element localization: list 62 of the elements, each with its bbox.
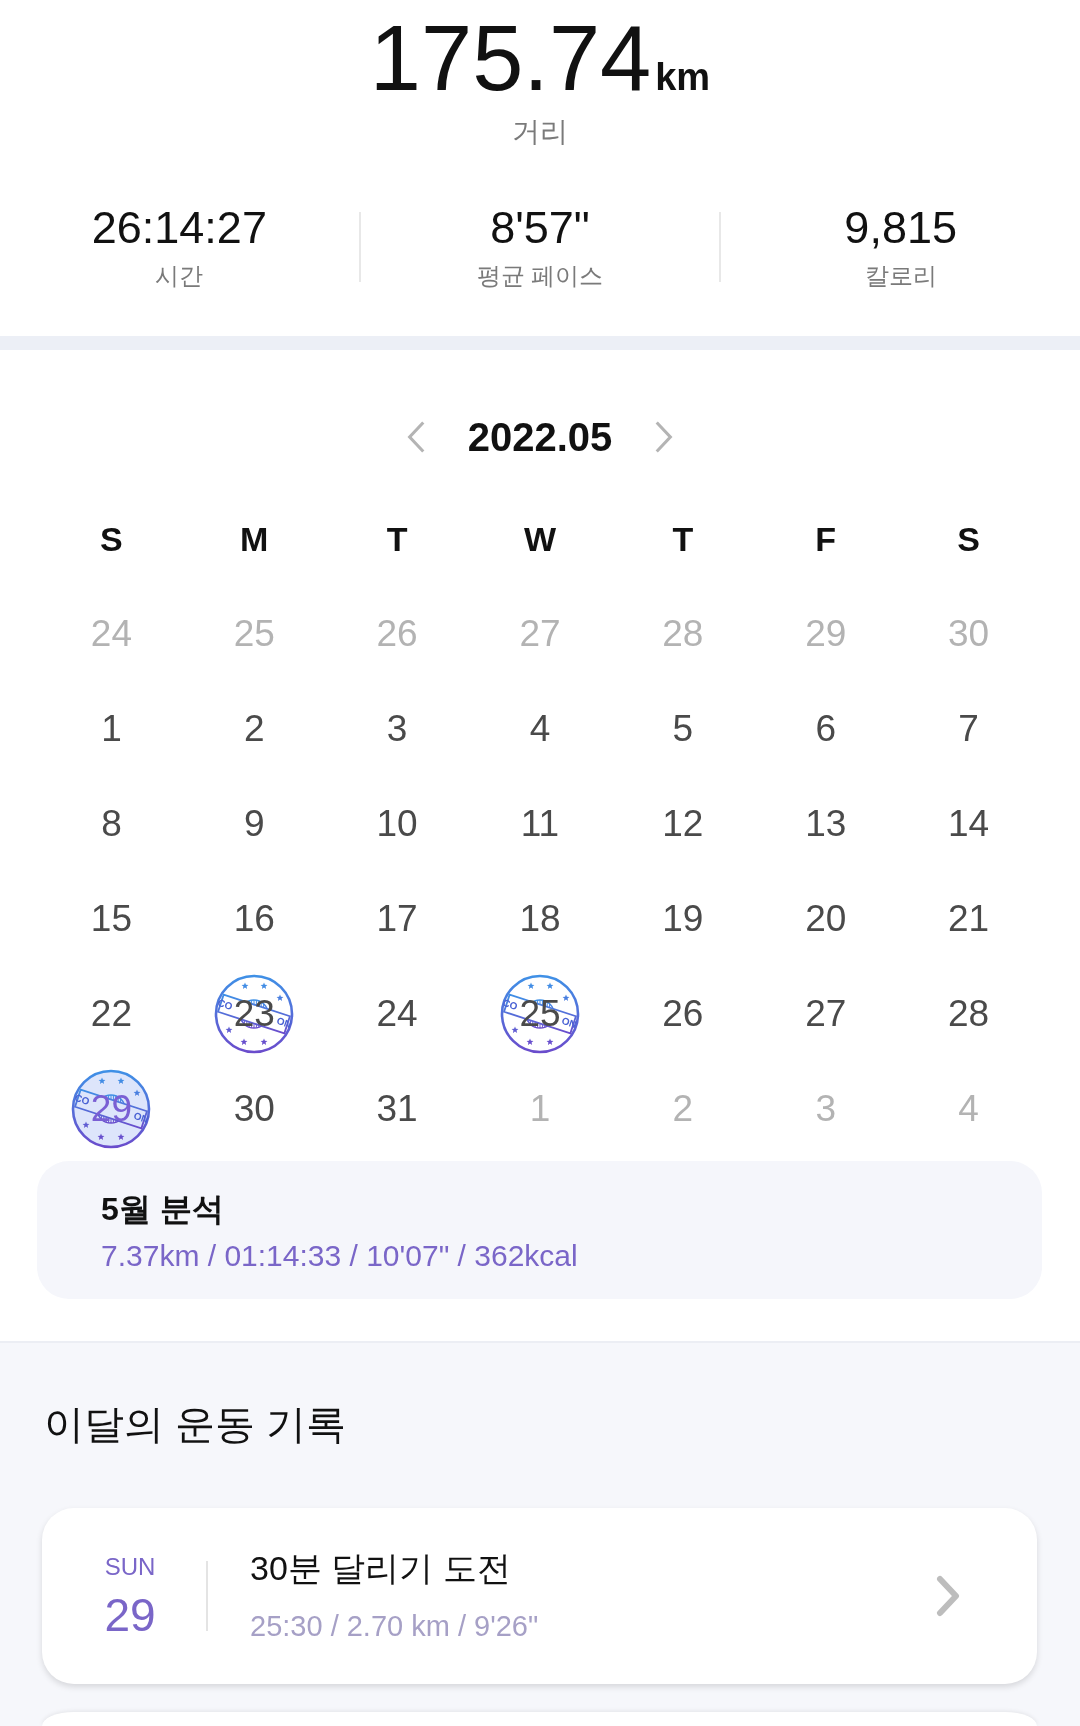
analysis-title: 5월 분석 <box>101 1190 225 1229</box>
calendar-day[interactable]: 12 <box>662 800 704 847</box>
record-title: 30분 달리기 도전 <box>250 1548 512 1589</box>
stat-label: 평균 페이스 <box>476 261 604 291</box>
calendar-day[interactable]: 20 <box>805 895 847 942</box>
record-card[interactable]: SUN 29 30분 달리기 도전 25:30 / 2.70 km / 9'26" <box>42 1508 1037 1684</box>
weekday-label: S <box>100 519 123 560</box>
calendar-day[interactable]: 15 <box>90 895 132 942</box>
record-day: 29 <box>104 1590 156 1640</box>
calendar-day[interactable]: 5 <box>672 705 694 752</box>
stamp-label: ON <box>132 1110 150 1126</box>
weekday-label: T <box>672 519 694 560</box>
stamp-label: CO <box>501 997 520 1013</box>
stamp-label: ON <box>560 1015 579 1031</box>
section-title: 이달의 운동 기록 <box>44 1401 348 1448</box>
calendar-day[interactable]: 24 <box>376 990 418 1037</box>
calendar-day[interactable]: 9 <box>244 800 265 847</box>
record-weekday: SUN <box>104 1552 156 1582</box>
stat-value: 26:14:27 <box>91 202 267 254</box>
calendar-day[interactable]: 18 <box>519 895 561 942</box>
calendar-day[interactable]: 17 <box>376 895 418 942</box>
month-title: 2022.05 <box>467 414 613 461</box>
calendar-day[interactable]: 22 <box>90 990 132 1037</box>
calendar-day[interactable]: 3 <box>386 705 408 752</box>
calendar-day[interactable]: 13 <box>805 800 847 847</box>
stat-value: 8'57" <box>490 202 590 254</box>
analysis-summary: 7.37km / 01:14:33 / 10'07" / 362kcal <box>101 1238 579 1274</box>
stat-value: 9,815 <box>844 202 957 254</box>
chevron-right-icon <box>935 1575 961 1617</box>
calendar-day[interactable]: 30 <box>233 1085 275 1132</box>
calendar-day[interactable]: 11 <box>520 800 560 847</box>
calendar-day[interactable]: 28 <box>948 990 990 1037</box>
weekday-label: M <box>240 519 269 560</box>
weekday-label: S <box>957 519 980 560</box>
weekday-label: W <box>523 519 557 560</box>
calendar-day[interactable]: 27 <box>805 990 847 1037</box>
record-details: 25:30 / 2.70 km / 9'26" <box>250 1609 540 1644</box>
calendar-day[interactable]: 14 <box>948 800 990 847</box>
calendar-day[interactable]: 16 <box>233 895 275 942</box>
calendar-day[interactable]: 2 <box>244 705 265 752</box>
stamp-label: CO <box>216 997 234 1013</box>
weekday-label: F <box>815 519 837 560</box>
calendar-day[interactable]: 26 <box>662 990 704 1037</box>
stat-label: 칼로리 <box>864 261 937 291</box>
calendar-day[interactable]: 1 <box>101 705 122 752</box>
calendar-day[interactable]: 10 <box>376 800 418 847</box>
chevron-right-icon <box>654 420 675 454</box>
calendar-day[interactable]: 7 <box>958 705 979 752</box>
weekday-label: T <box>386 519 408 560</box>
distance-unit: km <box>655 55 711 99</box>
calendar-day[interactable]: 8 <box>101 800 122 847</box>
chevron-left-icon <box>405 420 426 454</box>
calendar-day[interactable]: 21 <box>948 895 990 942</box>
stamp-label: ON <box>275 1015 293 1031</box>
stamp-label: CO <box>73 1092 91 1108</box>
calendar-day[interactable]: 31 <box>376 1085 418 1132</box>
calendar-day[interactable]: 6 <box>815 705 836 752</box>
stat-label: 시간 <box>155 261 204 291</box>
calendar-day[interactable]: 19 <box>662 895 704 942</box>
distance-label: 거리 <box>512 115 568 149</box>
distance-value: 175.74 <box>369 12 652 104</box>
calendar-day[interactable]: 4 <box>529 705 551 752</box>
